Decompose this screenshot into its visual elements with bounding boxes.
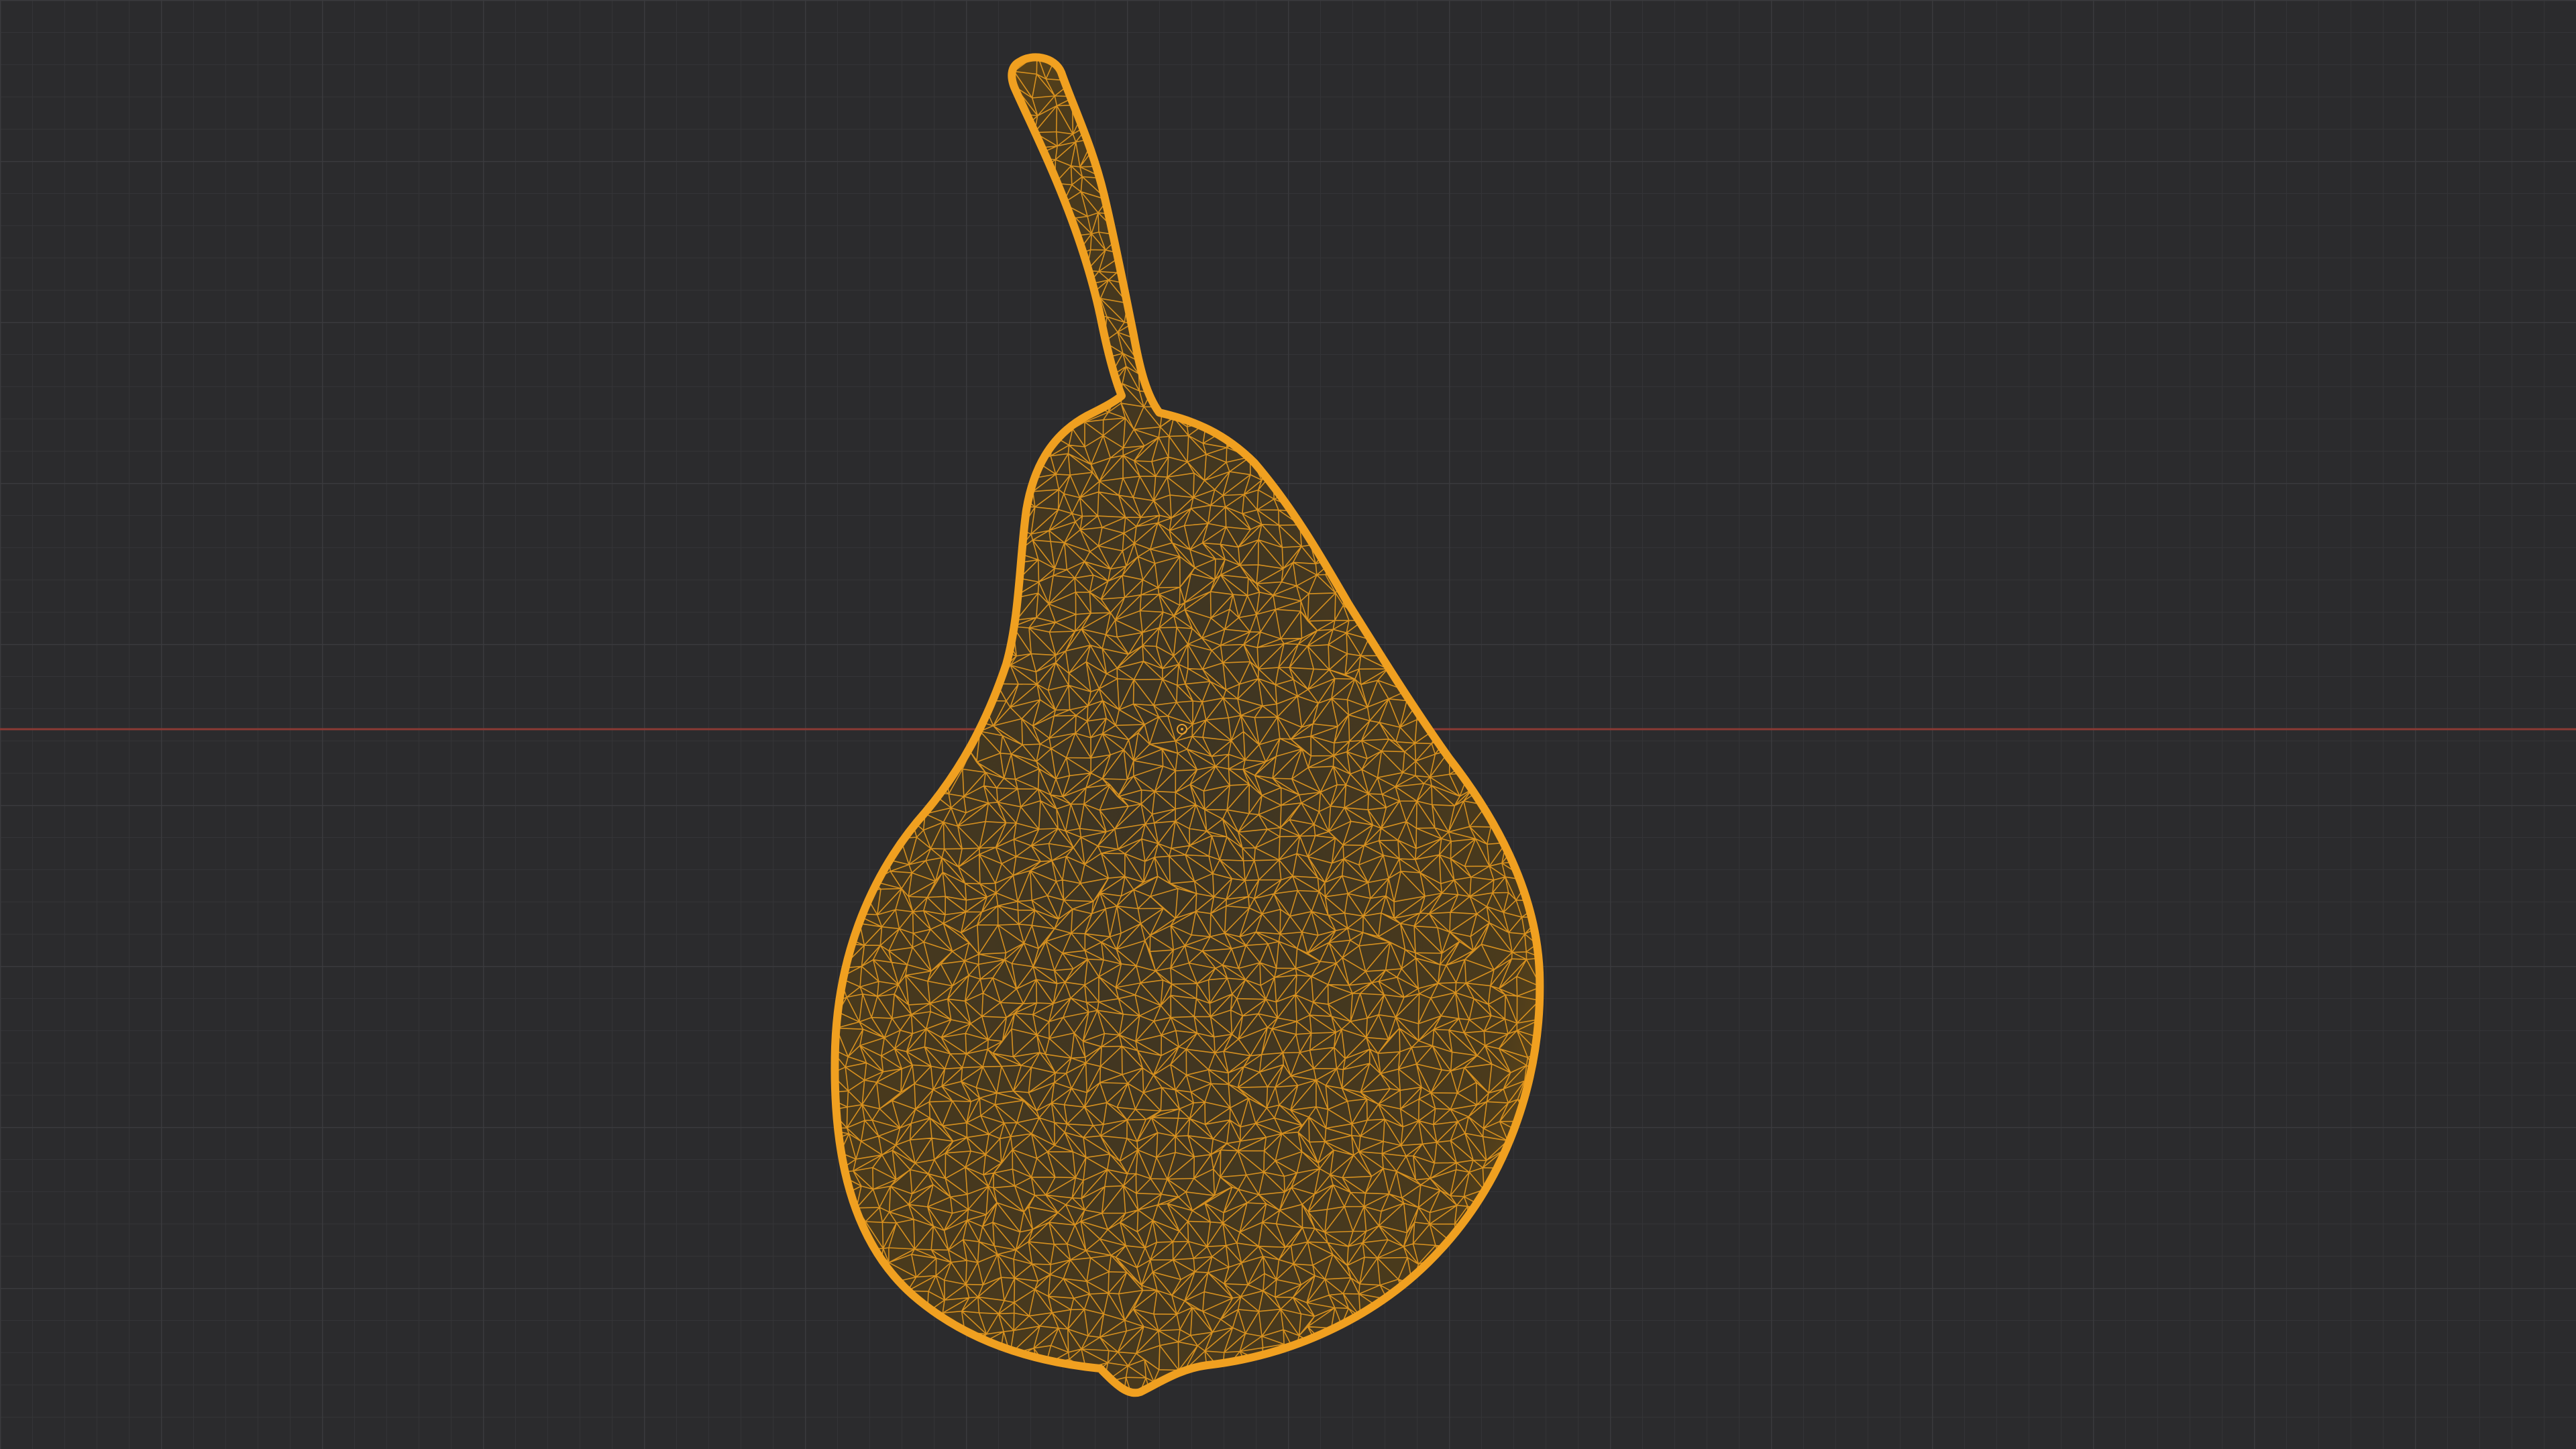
3d-viewport[interactable] xyxy=(0,0,2576,1449)
viewport-canvas[interactable] xyxy=(0,0,2576,1449)
